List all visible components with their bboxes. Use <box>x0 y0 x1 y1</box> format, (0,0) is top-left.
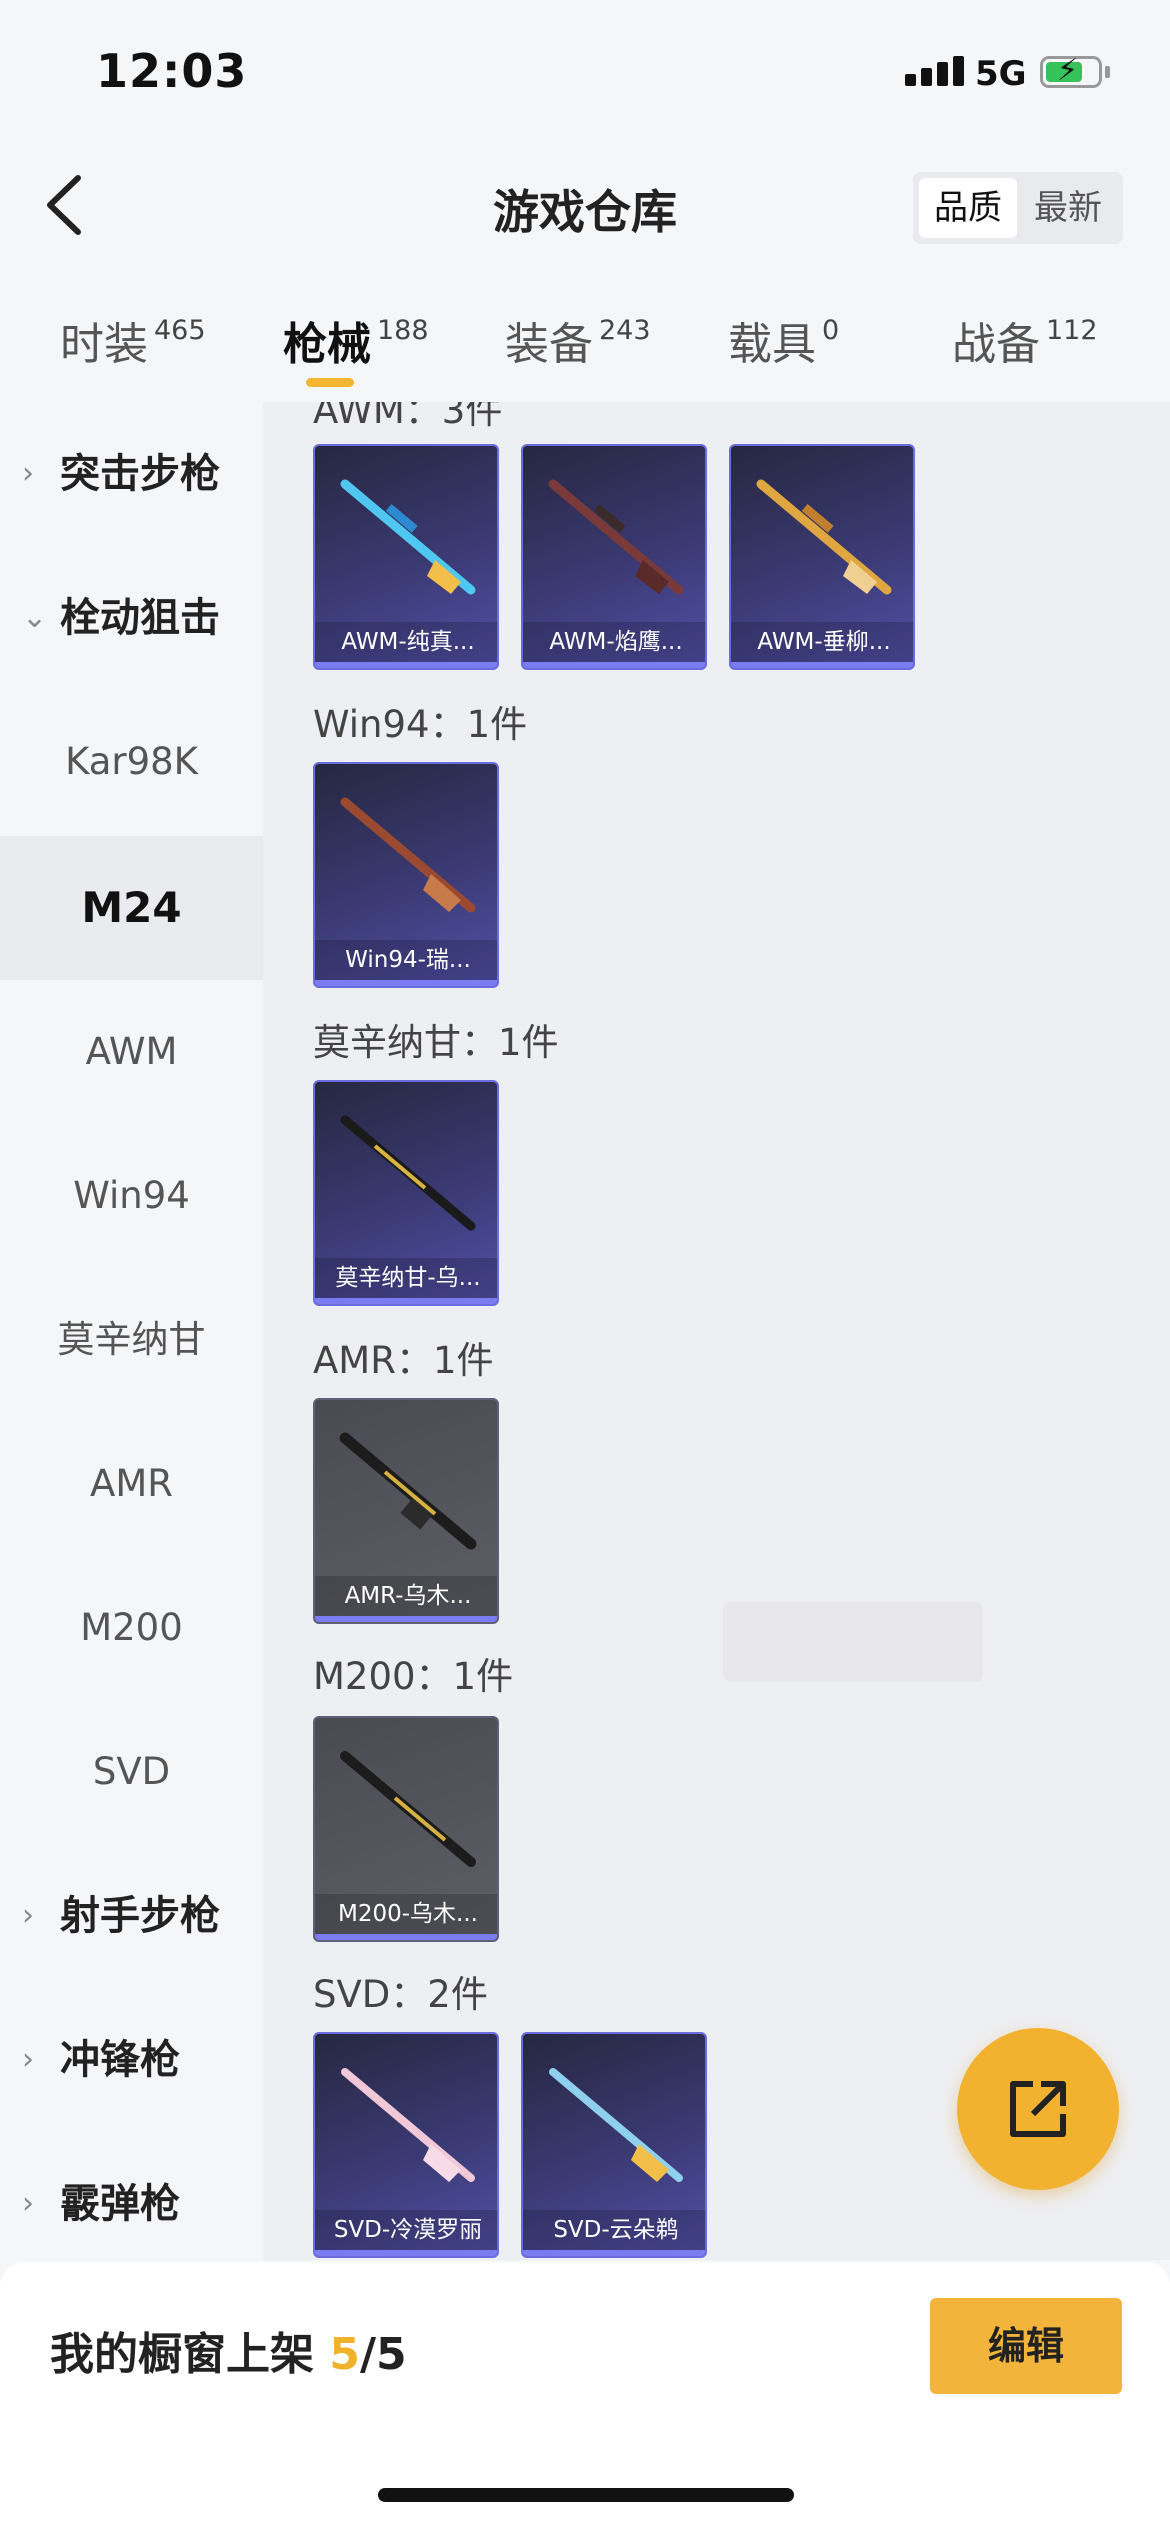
showcase-summary: 我的橱窗上架 5/5 <box>50 2329 407 2380</box>
showcase-count: 5 <box>329 2329 360 2380</box>
sidebar-item-amr[interactable]: AMR <box>0 1412 263 1556</box>
tab-fashion[interactable]: 时装 465 <box>60 308 206 372</box>
section-title-svd: SVD：2件 <box>313 1973 488 2016</box>
item-card[interactable]: AMR-乌木... <box>313 1398 499 1624</box>
section-title-m200: M200：1件 <box>313 1655 514 1698</box>
sort-toggle: 品质 最新 <box>913 172 1123 244</box>
rifle-icon <box>341 2068 475 2182</box>
tab-supplies[interactable]: 战备 112 <box>952 308 1098 372</box>
sniper-rifle-icon <box>548 479 684 595</box>
sidebar-item-mosin-nagant[interactable]: 莫辛纳甘 <box>0 1268 263 1412</box>
item-card[interactable]: SVD-冷漠罗丽 <box>313 2032 499 2258</box>
rifle-icon <box>340 1115 476 1231</box>
sidebar-item-m24[interactable]: M24 <box>0 836 263 980</box>
chevron-right-icon: › <box>22 2042 34 2077</box>
sidebar-item-assault-rifles[interactable]: › 突击步枪 <box>0 402 263 546</box>
sidebar-item-win94[interactable]: Win94 <box>0 1124 263 1268</box>
sniper-rifle-icon <box>756 479 892 595</box>
sidebar-item-marksman-rifles[interactable]: › 射手步枪 <box>0 1844 263 1988</box>
sidebar-item-awm[interactable]: AWM <box>0 980 263 1124</box>
tab-vehicles[interactable]: 载具 0 <box>728 308 839 372</box>
chevron-right-icon: › <box>22 456 34 491</box>
tab-equipment[interactable]: 装备 243 <box>505 308 651 372</box>
status-time: 12:03 <box>96 44 248 98</box>
rifle-icon <box>339 1432 477 1550</box>
sort-newest-button[interactable]: 最新 <box>1019 178 1117 238</box>
rifle-icon <box>340 797 476 913</box>
network-type: 5G <box>975 54 1027 94</box>
item-card[interactable]: AWM-纯真... <box>313 444 499 670</box>
chevron-down-icon: ⌄ <box>22 600 48 635</box>
section-title-win94: Win94：1件 <box>313 703 528 746</box>
active-tab-indicator <box>306 378 354 387</box>
item-grid-panel[interactable]: AWM：3件 AWM-纯真... AWM-焰鹰... AWM-垂柳... Win… <box>263 402 1170 2260</box>
share-external-icon <box>1010 2081 1066 2137</box>
sidebar-item-m200[interactable]: M200 <box>0 1556 263 1700</box>
rifle-icon <box>340 1751 476 1867</box>
chevron-right-icon: › <box>22 1898 34 1933</box>
status-bar: 12:03 5G ⚡ <box>0 0 1170 150</box>
battery-cap <box>1105 66 1110 78</box>
tab-guns[interactable]: 枪械 188 <box>283 308 429 372</box>
sidebar: › 突击步枪 ⌄ 栓动狙击 Kar98K M24 AWM Win94 莫辛纳甘 … <box>0 402 263 2260</box>
sidebar-item-kar98k[interactable]: Kar98K <box>0 690 263 834</box>
item-card[interactable]: Win94-瑞... <box>313 762 499 988</box>
sidebar-item-bolt-action-snipers[interactable]: ⌄ 栓动狙击 <box>0 546 263 690</box>
item-card[interactable]: AWM-垂柳... <box>729 444 915 670</box>
item-card[interactable]: AWM-焰鹰... <box>521 444 707 670</box>
sidebar-item-shotguns[interactable]: › 霰弹枪 <box>0 2132 263 2276</box>
section-title-amr: AMR：1件 <box>313 1339 494 1382</box>
share-fab-button[interactable] <box>957 2028 1119 2190</box>
item-card[interactable]: M200-乌木... <box>313 1716 499 1942</box>
section-title-mosin-nagant: 莫辛纳甘：1件 <box>313 1021 559 1064</box>
sidebar-item-svd[interactable]: SVD <box>0 1700 263 1844</box>
chevron-right-icon: › <box>22 2186 34 2221</box>
category-tabs: 时装 465 枪械 188 装备 243 载具 0 战备 112 <box>0 300 1170 400</box>
rifle-icon <box>549 2068 683 2182</box>
item-card[interactable]: 莫辛纳甘-乌... <box>313 1080 499 1306</box>
sidebar-item-smg[interactable]: › 冲锋枪 <box>0 1988 263 2132</box>
sort-quality-button[interactable]: 品质 <box>919 178 1017 238</box>
sniper-rifle-icon <box>340 479 476 595</box>
edit-button[interactable]: 编辑 <box>930 2298 1122 2394</box>
watermark <box>723 1602 983 1682</box>
section-title-awm: AWM：3件 <box>313 402 503 432</box>
battery-icon: ⚡ <box>1040 54 1102 88</box>
home-indicator <box>378 2488 794 2502</box>
item-card[interactable]: SVD-云朵鹈 <box>521 2032 707 2258</box>
